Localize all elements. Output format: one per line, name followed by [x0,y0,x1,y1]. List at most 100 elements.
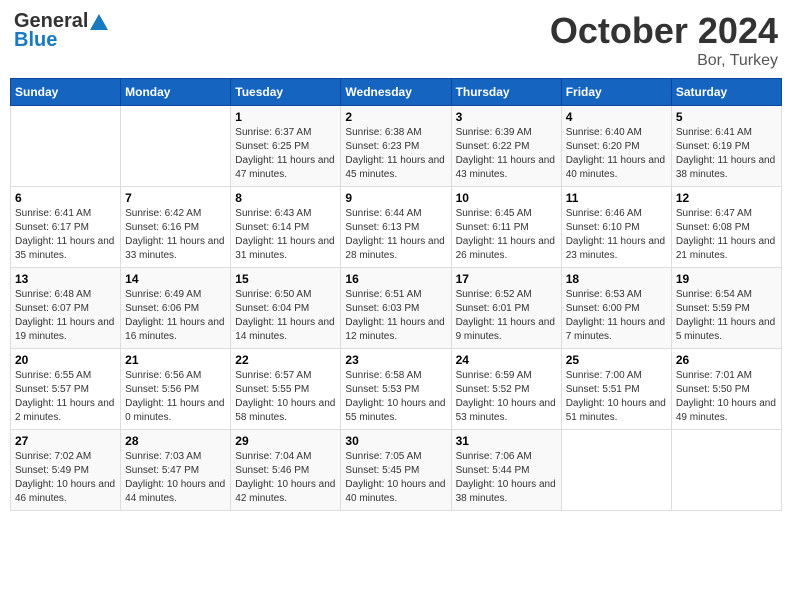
day-number: 4 [566,110,667,124]
day-number: 7 [125,191,226,205]
cell-info: Sunrise: 6:41 AMSunset: 6:19 PMDaylight:… [676,127,775,180]
calendar-cell: 25 Sunrise: 7:00 AMSunset: 5:51 PMDaylig… [561,349,671,430]
calendar-cell [561,430,671,511]
calendar-week-4: 20 Sunrise: 6:55 AMSunset: 5:57 PMDaylig… [11,349,782,430]
cell-info: Sunrise: 6:40 AMSunset: 6:20 PMDaylight:… [566,127,665,180]
calendar-week-5: 27 Sunrise: 7:02 AMSunset: 5:49 PMDaylig… [11,430,782,511]
calendar-cell: 26 Sunrise: 7:01 AMSunset: 5:50 PMDaylig… [671,349,781,430]
cell-info: Sunrise: 6:42 AMSunset: 6:16 PMDaylight:… [125,208,224,261]
day-number: 27 [15,434,116,448]
calendar-table: Sunday Monday Tuesday Wednesday Thursday… [10,78,782,511]
logo-blue: Blue [14,29,57,52]
day-number: 10 [456,191,557,205]
cell-info: Sunrise: 6:56 AMSunset: 5:56 PMDaylight:… [125,370,224,423]
col-wednesday: Wednesday [341,79,451,106]
cell-info: Sunrise: 6:38 AMSunset: 6:23 PMDaylight:… [345,127,444,180]
calendar-cell: 28 Sunrise: 7:03 AMSunset: 5:47 PMDaylig… [121,430,231,511]
day-number: 29 [235,434,336,448]
cell-info: Sunrise: 6:59 AMSunset: 5:52 PMDaylight:… [456,370,556,423]
logo-bird-icon [90,14,108,30]
day-number: 24 [456,353,557,367]
day-number: 18 [566,272,667,286]
day-number: 14 [125,272,226,286]
cell-info: Sunrise: 7:02 AMSunset: 5:49 PMDaylight:… [15,451,115,504]
cell-info: Sunrise: 6:51 AMSunset: 6:03 PMDaylight:… [345,289,444,342]
calendar-cell: 16 Sunrise: 6:51 AMSunset: 6:03 PMDaylig… [341,268,451,349]
calendar-cell: 1 Sunrise: 6:37 AMSunset: 6:25 PMDayligh… [231,106,341,187]
day-number: 13 [15,272,116,286]
cell-info: Sunrise: 6:37 AMSunset: 6:25 PMDaylight:… [235,127,334,180]
calendar-header-row: Sunday Monday Tuesday Wednesday Thursday… [11,79,782,106]
cell-info: Sunrise: 7:06 AMSunset: 5:44 PMDaylight:… [456,451,556,504]
day-number: 21 [125,353,226,367]
cell-info: Sunrise: 6:57 AMSunset: 5:55 PMDaylight:… [235,370,335,423]
day-number: 6 [15,191,116,205]
cell-info: Sunrise: 6:45 AMSunset: 6:11 PMDaylight:… [456,208,555,261]
day-number: 20 [15,353,116,367]
calendar-cell: 4 Sunrise: 6:40 AMSunset: 6:20 PMDayligh… [561,106,671,187]
col-thursday: Thursday [451,79,561,106]
cell-info: Sunrise: 6:53 AMSunset: 6:00 PMDaylight:… [566,289,665,342]
col-tuesday: Tuesday [231,79,341,106]
calendar-cell: 14 Sunrise: 6:49 AMSunset: 6:06 PMDaylig… [121,268,231,349]
cell-info: Sunrise: 6:54 AMSunset: 5:59 PMDaylight:… [676,289,775,342]
calendar-cell: 17 Sunrise: 6:52 AMSunset: 6:01 PMDaylig… [451,268,561,349]
location: Bor, Turkey [550,52,778,70]
cell-info: Sunrise: 6:48 AMSunset: 6:07 PMDaylight:… [15,289,114,342]
day-number: 12 [676,191,777,205]
calendar-cell: 29 Sunrise: 7:04 AMSunset: 5:46 PMDaylig… [231,430,341,511]
calendar-week-2: 6 Sunrise: 6:41 AMSunset: 6:17 PMDayligh… [11,187,782,268]
calendar-cell: 18 Sunrise: 6:53 AMSunset: 6:00 PMDaylig… [561,268,671,349]
cell-info: Sunrise: 6:58 AMSunset: 5:53 PMDaylight:… [345,370,445,423]
day-number: 3 [456,110,557,124]
calendar-cell: 7 Sunrise: 6:42 AMSunset: 6:16 PMDayligh… [121,187,231,268]
cell-info: Sunrise: 6:46 AMSunset: 6:10 PMDaylight:… [566,208,665,261]
day-number: 15 [235,272,336,286]
month-title: October 2024 [550,10,778,52]
cell-info: Sunrise: 6:55 AMSunset: 5:57 PMDaylight:… [15,370,114,423]
calendar-cell: 2 Sunrise: 6:38 AMSunset: 6:23 PMDayligh… [341,106,451,187]
cell-info: Sunrise: 7:00 AMSunset: 5:51 PMDaylight:… [566,370,666,423]
col-sunday: Sunday [11,79,121,106]
day-number: 22 [235,353,336,367]
page-header: General Blue October 2024 Bor, Turkey [10,10,782,70]
calendar-cell: 15 Sunrise: 6:50 AMSunset: 6:04 PMDaylig… [231,268,341,349]
calendar-cell: 12 Sunrise: 6:47 AMSunset: 6:08 PMDaylig… [671,187,781,268]
day-number: 5 [676,110,777,124]
day-number: 9 [345,191,446,205]
cell-info: Sunrise: 7:04 AMSunset: 5:46 PMDaylight:… [235,451,335,504]
calendar-week-1: 1 Sunrise: 6:37 AMSunset: 6:25 PMDayligh… [11,106,782,187]
calendar-cell: 21 Sunrise: 6:56 AMSunset: 5:56 PMDaylig… [121,349,231,430]
col-saturday: Saturday [671,79,781,106]
col-monday: Monday [121,79,231,106]
calendar-cell: 6 Sunrise: 6:41 AMSunset: 6:17 PMDayligh… [11,187,121,268]
calendar-body: 1 Sunrise: 6:37 AMSunset: 6:25 PMDayligh… [11,106,782,511]
calendar-week-3: 13 Sunrise: 6:48 AMSunset: 6:07 PMDaylig… [11,268,782,349]
cell-info: Sunrise: 6:44 AMSunset: 6:13 PMDaylight:… [345,208,444,261]
day-number: 31 [456,434,557,448]
calendar-cell: 19 Sunrise: 6:54 AMSunset: 5:59 PMDaylig… [671,268,781,349]
calendar-cell: 23 Sunrise: 6:58 AMSunset: 5:53 PMDaylig… [341,349,451,430]
cell-info: Sunrise: 6:50 AMSunset: 6:04 PMDaylight:… [235,289,334,342]
cell-info: Sunrise: 7:01 AMSunset: 5:50 PMDaylight:… [676,370,776,423]
day-number: 30 [345,434,446,448]
day-number: 2 [345,110,446,124]
day-number: 17 [456,272,557,286]
cell-info: Sunrise: 7:05 AMSunset: 5:45 PMDaylight:… [345,451,445,504]
calendar-cell: 24 Sunrise: 6:59 AMSunset: 5:52 PMDaylig… [451,349,561,430]
calendar-cell: 22 Sunrise: 6:57 AMSunset: 5:55 PMDaylig… [231,349,341,430]
day-number: 11 [566,191,667,205]
day-number: 16 [345,272,446,286]
day-number: 25 [566,353,667,367]
day-number: 23 [345,353,446,367]
title-block: October 2024 Bor, Turkey [550,10,778,70]
logo: General Blue [14,10,108,52]
calendar-cell [121,106,231,187]
calendar-cell [11,106,121,187]
calendar-cell: 27 Sunrise: 7:02 AMSunset: 5:49 PMDaylig… [11,430,121,511]
day-number: 8 [235,191,336,205]
calendar-cell: 30 Sunrise: 7:05 AMSunset: 5:45 PMDaylig… [341,430,451,511]
cell-info: Sunrise: 7:03 AMSunset: 5:47 PMDaylight:… [125,451,225,504]
day-number: 28 [125,434,226,448]
calendar-cell: 10 Sunrise: 6:45 AMSunset: 6:11 PMDaylig… [451,187,561,268]
